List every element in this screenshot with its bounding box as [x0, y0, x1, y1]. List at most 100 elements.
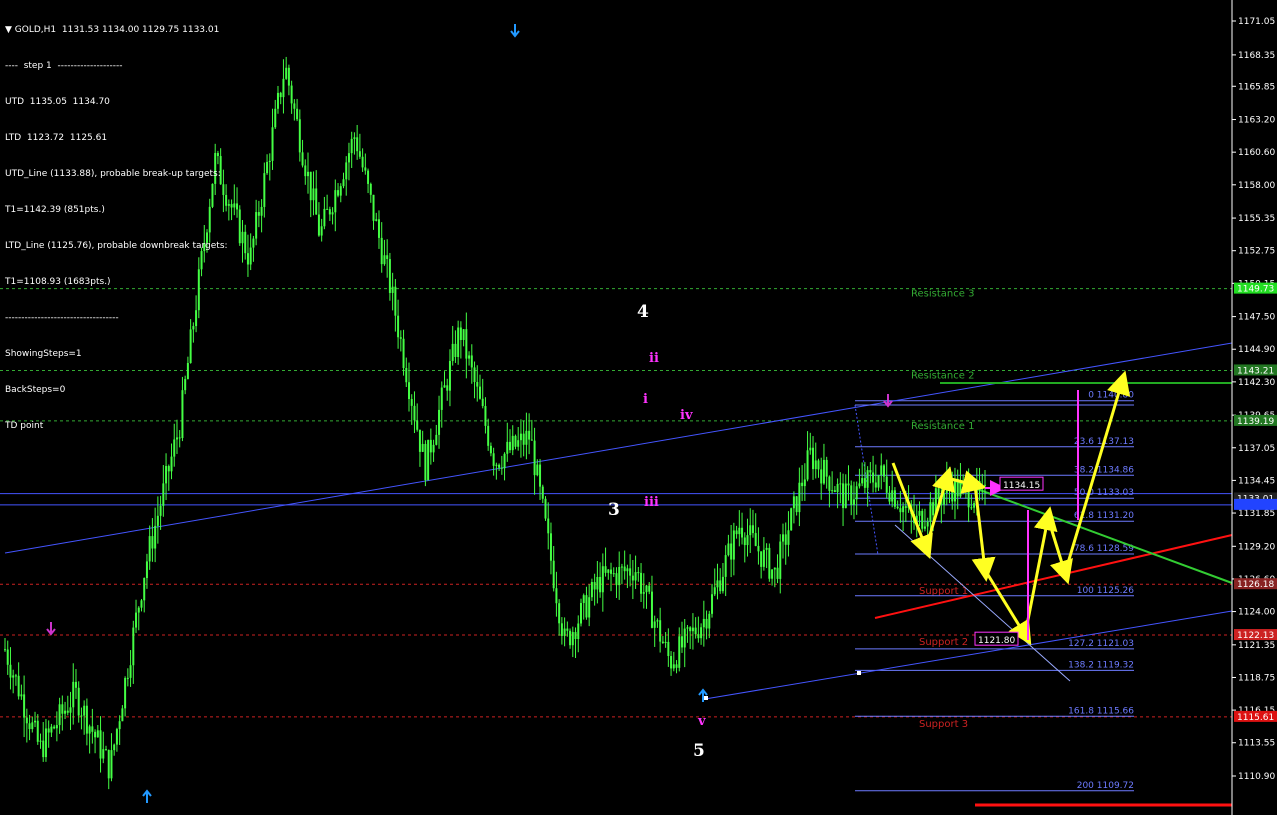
candle-body: [162, 483, 165, 506]
candle-body: [847, 483, 850, 486]
candle-body: [765, 547, 768, 550]
candle-body: [533, 440, 536, 476]
window-title-line: ▼ GOLD,H1 1131.53 1134.00 1129.75 1133.0…: [5, 24, 228, 36]
candle-body: [790, 508, 793, 531]
candle-body: [405, 367, 408, 383]
candle-body: [626, 568, 629, 572]
candle-body: [738, 527, 741, 535]
candle-body: [716, 580, 719, 588]
trend-line-red: [874, 534, 1233, 619]
fib-label: 100 1125.26: [1077, 586, 1135, 596]
candle-body: [921, 510, 924, 529]
candle-body: [170, 456, 173, 472]
candle-body: [334, 190, 337, 213]
candle-body: [948, 481, 951, 488]
candle-body: [675, 664, 678, 668]
candle-body: [590, 582, 593, 598]
candle-body: [680, 636, 683, 648]
candle-body: [762, 549, 765, 567]
price-tick-label: 1134.45: [1238, 476, 1275, 486]
info-line: LTD_Line (1125.76), probable downbreak t…: [5, 241, 228, 251]
candle-body: [440, 387, 443, 410]
candle-body: [320, 226, 323, 236]
candle-body: [252, 238, 255, 248]
candle-body: [866, 470, 869, 488]
candle-body: [978, 481, 981, 490]
price-tick-label: 1110.90: [1238, 772, 1275, 782]
price-tick-label: 1113.55: [1238, 739, 1275, 749]
candle-body: [711, 594, 714, 614]
candle-body: [61, 704, 64, 714]
candle-body: [342, 179, 345, 187]
candle-body: [686, 627, 689, 629]
candle-body: [72, 681, 75, 708]
price-tick-label: 1147.50: [1238, 313, 1275, 323]
candle-body: [448, 360, 451, 391]
candle-body: [560, 623, 563, 636]
candle-body: [528, 430, 531, 440]
candle-body: [124, 678, 127, 709]
candle-body: [99, 730, 102, 759]
candle-body: [94, 731, 97, 738]
candle-body: [569, 630, 572, 646]
price-tag-label: 1149.73: [1237, 285, 1274, 295]
wave-label-major: 3: [608, 500, 620, 520]
fib-label: 138.2 1119.32: [1068, 660, 1134, 670]
wave-label-minor: v: [697, 714, 706, 729]
candle-body: [154, 525, 157, 549]
candle-body: [637, 572, 640, 574]
wave-label-minor: ii: [649, 351, 659, 366]
candle-body: [691, 627, 694, 632]
candle-body: [640, 572, 643, 594]
fib-anchor-dot: [857, 671, 861, 675]
candle-body: [413, 405, 416, 421]
candle-body: [558, 603, 561, 624]
price-axis: 1171.05 1168.35 1165.85 1163.20 1160.60 1158.…: [1231, 0, 1277, 815]
candle-body: [50, 726, 53, 733]
candle-body: [664, 641, 667, 644]
candle-body: [274, 108, 277, 128]
candle-body: [937, 488, 940, 499]
candle-body: [102, 749, 105, 759]
candle-body: [607, 569, 610, 573]
candle-body: [601, 566, 604, 593]
candle-body: [773, 567, 776, 570]
candle-body: [110, 750, 113, 779]
info-line: -----------------------------------: [5, 313, 119, 323]
candle-body: [391, 286, 394, 293]
candle-body: [353, 137, 356, 139]
candle-body: [74, 681, 77, 688]
candle-body: [331, 212, 334, 215]
candle-body: [801, 482, 804, 487]
candle-body: [702, 618, 705, 628]
candle-body: [822, 459, 825, 484]
candle-body: [42, 740, 45, 758]
candle-body: [451, 343, 454, 361]
candle-body: [383, 255, 386, 265]
candle-body: [410, 399, 413, 406]
candle-body: [757, 545, 760, 552]
candle-body: [642, 592, 645, 594]
candle-body: [522, 433, 525, 445]
candle-body: [612, 573, 615, 575]
candle-body: [429, 439, 432, 453]
candle-body: [629, 568, 632, 576]
candle-body: [53, 726, 56, 729]
candle-body: [798, 482, 801, 513]
candle-body: [599, 576, 602, 593]
candle-body: [776, 567, 779, 579]
candle-body: [246, 253, 249, 265]
candle-body: [571, 632, 574, 646]
candle-body: [487, 425, 490, 446]
candle-body: [339, 186, 342, 196]
candle-body: [255, 212, 258, 239]
price-tick-label: 1168.35: [1238, 51, 1275, 61]
candle-body: [85, 705, 88, 734]
info-line: BackSteps=0: [5, 385, 66, 395]
candle-body: [721, 576, 724, 592]
candle-body: [473, 367, 476, 382]
candle-body: [287, 67, 290, 86]
candle-body: [661, 641, 664, 644]
candle-body: [296, 108, 299, 120]
collapse-triangle-icon[interactable]: ▼: [5, 25, 15, 35]
